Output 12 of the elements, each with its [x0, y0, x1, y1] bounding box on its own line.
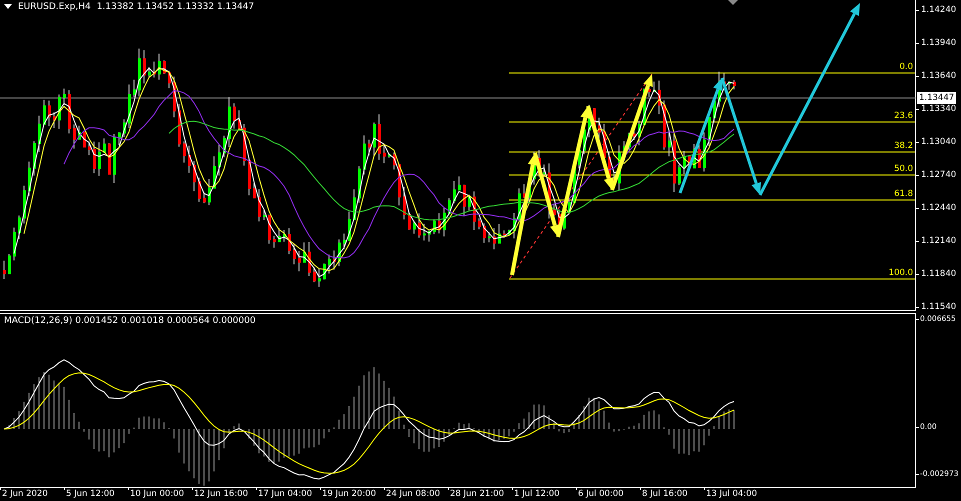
fib-level-label: 100.0	[888, 267, 913, 279]
fib-level-label: 0.0	[899, 61, 913, 73]
fib-level-label: 23.6	[894, 110, 913, 122]
fib-level-label: 38.2	[894, 140, 913, 152]
dropdown-triangle-icon[interactable]	[4, 4, 12, 10]
current-price-label: 1.13447	[917, 92, 956, 104]
symbol-label: EURUSD.Exp,H4	[18, 2, 91, 12]
fib-level-label: 61.8	[894, 188, 913, 200]
macd-indicator-label: MACD(12,26,9) 0.001452 0.001018 0.000564 0.000000	[4, 316, 256, 326]
shift-marker-icon[interactable]	[728, 0, 738, 5]
quote-values: 1.13382 1.13452 1.13332 1.13447	[96, 2, 254, 12]
fib-level-label: 50.0	[894, 163, 913, 175]
